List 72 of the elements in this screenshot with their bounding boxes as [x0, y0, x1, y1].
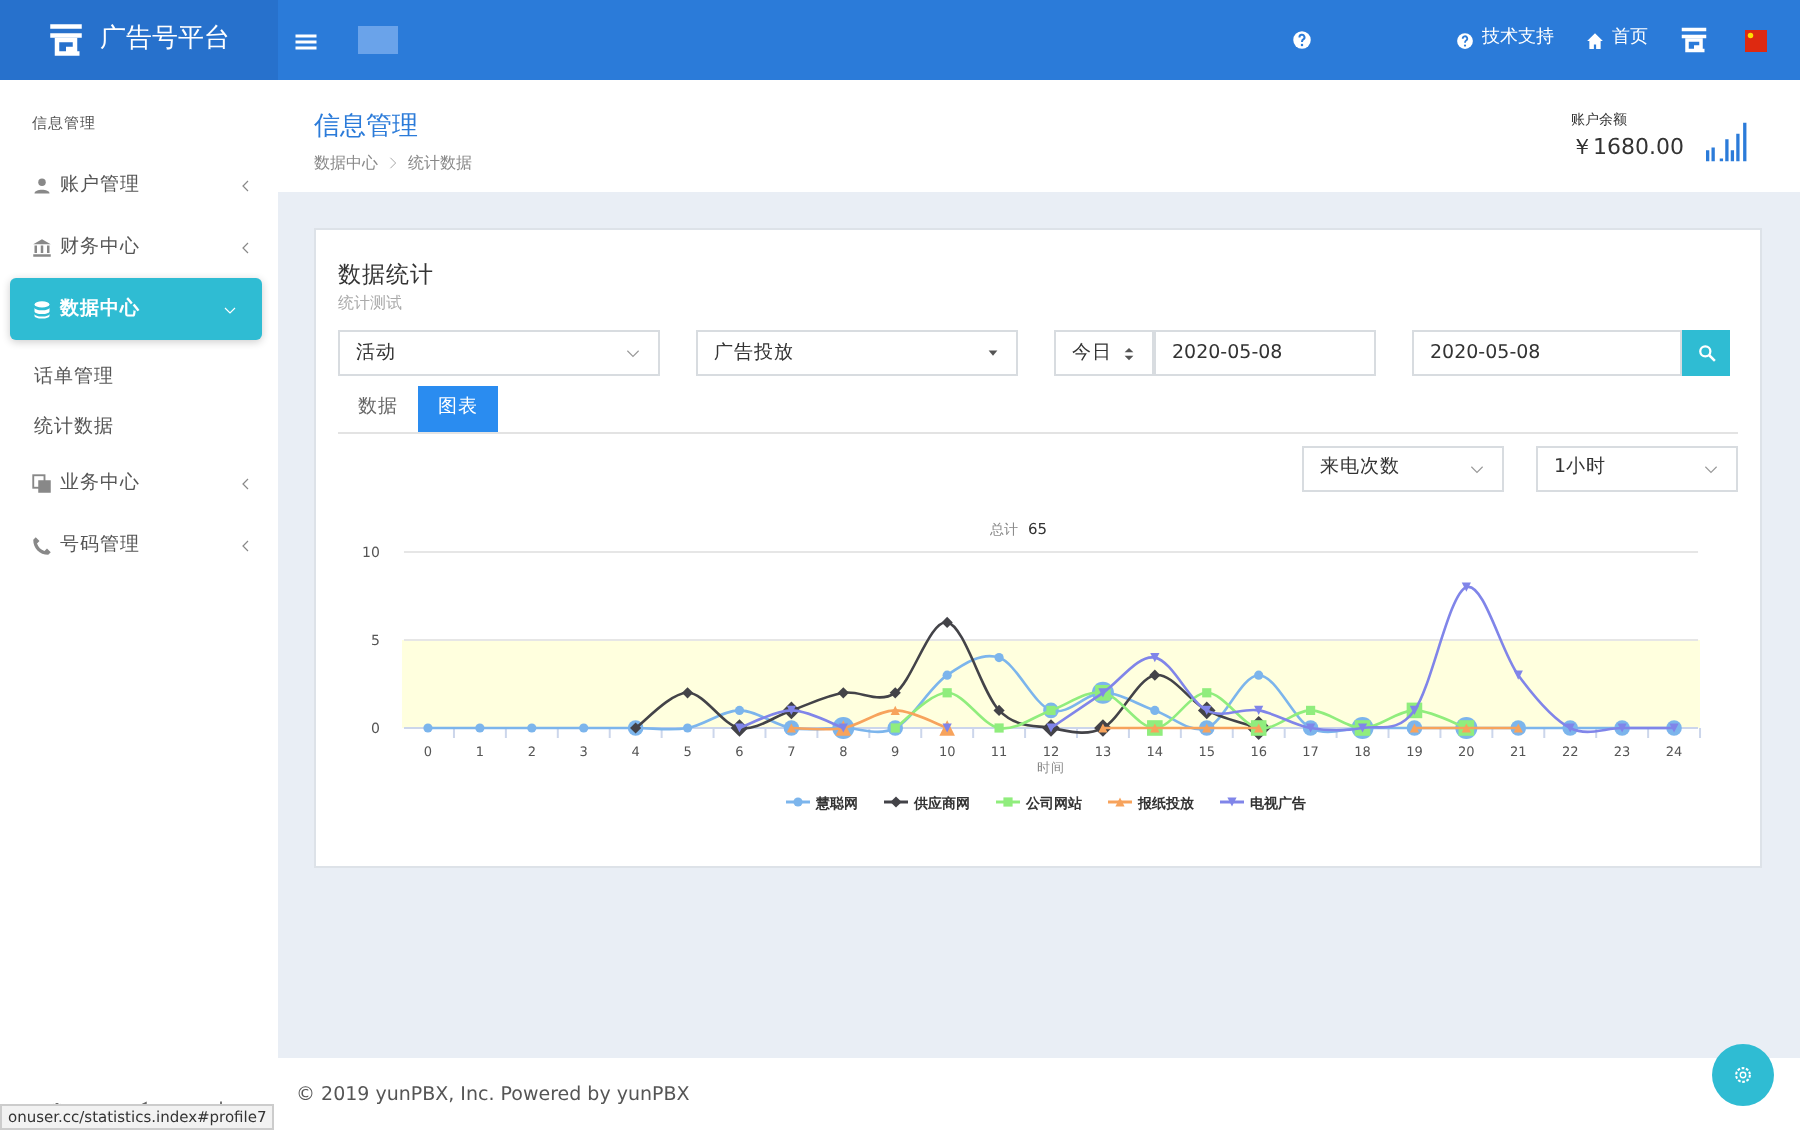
balance-amount: ￥1680.00: [1571, 131, 1684, 163]
chevron-icon: [238, 239, 254, 256]
help-icon[interactable]: [1292, 29, 1312, 50]
logo-icon[interactable]: [1680, 25, 1708, 54]
chevron-icon: [238, 177, 254, 194]
interval-select[interactable]: 1小时: [1536, 445, 1738, 491]
settings-icon: [1732, 1064, 1754, 1086]
data-point: [475, 722, 485, 732]
masked-area: [358, 26, 398, 54]
home-link[interactable]: 首页: [1586, 26, 1648, 54]
help-icon: [1456, 31, 1474, 49]
date-field[interactable]: 2020-05-08: [1412, 330, 1682, 377]
settings-button[interactable]: [1712, 1044, 1774, 1106]
card-title: 数据统计: [338, 258, 436, 292]
copy-icon: [32, 473, 52, 494]
data-point: [682, 722, 693, 732]
breadcrumb-link[interactable]: 数据中心: [314, 151, 378, 175]
data-point: [994, 652, 1004, 662]
chevron-icon: [238, 537, 254, 554]
support-link[interactable]: 技术支持: [1456, 26, 1554, 54]
search-icon: [1697, 344, 1715, 363]
data-point: [941, 615, 953, 627]
home-icon: [1586, 31, 1604, 49]
menu-icon: [294, 29, 318, 54]
data-point: [579, 722, 589, 732]
date-field[interactable]: 2020-05-08: [1154, 330, 1376, 377]
breadcrumb-link[interactable]: 统计数据: [408, 151, 472, 175]
data-point: [889, 686, 901, 698]
data-point: [890, 704, 900, 714]
data-point: [942, 669, 952, 679]
data-point: [527, 722, 537, 732]
data-point: [1254, 669, 1264, 679]
database-icon: [32, 299, 52, 320]
data-point: [994, 722, 1004, 732]
page-title: 信息管理: [314, 110, 420, 146]
period-select[interactable]: 今日: [1054, 330, 1154, 377]
data-point: [734, 704, 745, 714]
search-button[interactable]: [1682, 330, 1730, 377]
submenu-link[interactable]: 统计数据: [34, 413, 114, 442]
data-point: [942, 687, 952, 697]
spinner-icon: [1122, 343, 1136, 364]
sidebar-item[interactable]: 号码管理: [0, 514, 278, 577]
caret-icon: [986, 346, 1000, 361]
data-point: [681, 686, 694, 698]
sidebar-item[interactable]: 财务中心: [0, 216, 278, 279]
data-point: [423, 722, 433, 732]
data-point: [1461, 581, 1471, 591]
data-point: [1149, 668, 1161, 680]
data-point: [1150, 652, 1160, 662]
copyright-text: © 2019 yunPBX, Inc. Powered by yunPBX: [296, 1081, 690, 1110]
activity-select[interactable]: 活动: [338, 330, 660, 377]
brand-title: 广告号平台: [100, 22, 230, 59]
data-point: [1202, 687, 1212, 697]
data-point: [1150, 704, 1160, 714]
chevron-icon: [238, 475, 254, 492]
submenu-link[interactable]: 话单管理: [34, 363, 114, 392]
data-point: [837, 686, 849, 698]
logo-icon: [48, 22, 84, 58]
card-subtitle: 统计测试: [338, 292, 404, 317]
sidebar-item[interactable]: 业务中心: [0, 452, 278, 515]
chevron-icon: [386, 155, 400, 170]
data-point: [1513, 669, 1523, 679]
metric-select[interactable]: 来电次数: [1302, 445, 1504, 491]
sidebar-item[interactable]: 账户管理: [0, 154, 278, 217]
channel-select[interactable]: 广告投放: [696, 330, 1018, 377]
user-icon: [32, 175, 52, 196]
bank-icon: [32, 237, 52, 258]
phone-icon: [32, 535, 52, 556]
data-point: [993, 703, 1005, 715]
data-point: [1306, 704, 1316, 714]
tab[interactable]: 数据: [338, 386, 418, 431]
flag-icon[interactable]: [1740, 29, 1772, 51]
